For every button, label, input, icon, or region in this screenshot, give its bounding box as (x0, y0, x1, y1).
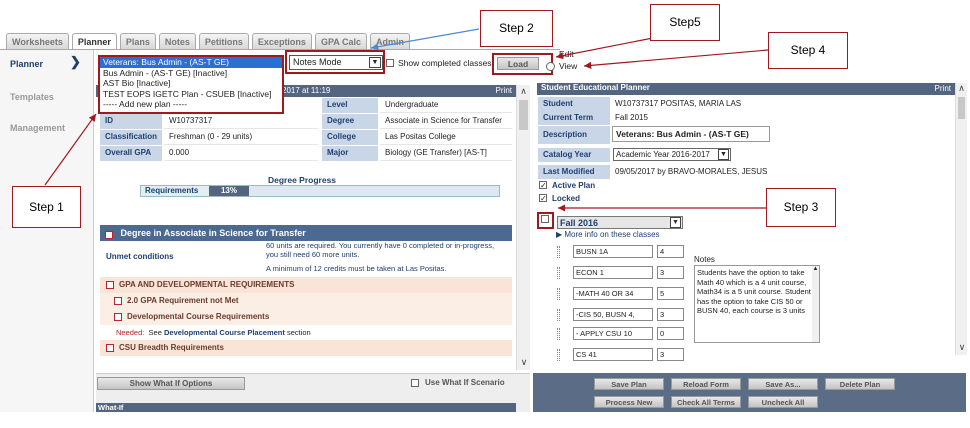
step4-callout: Step 4 (768, 32, 848, 69)
step2-callout: Step 2 (480, 10, 553, 47)
step5-callout: Step5 (650, 4, 720, 41)
step5-arrow (555, 36, 659, 60)
step4-arrow (583, 49, 769, 69)
step1-callout: Step 1 (12, 186, 81, 228)
step3-callout: Step 3 (766, 188, 836, 227)
step2-arrow (370, 28, 480, 51)
step1-arrow (44, 113, 97, 186)
